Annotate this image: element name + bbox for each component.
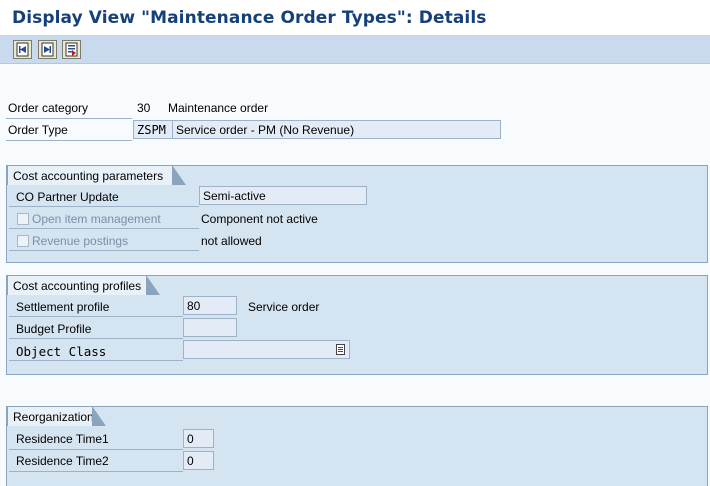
open-item-checkbox[interactable] — [17, 213, 29, 225]
group-title: Reorganization — [7, 406, 106, 426]
other-entry-icon[interactable] — [62, 40, 81, 59]
revenue-postings-label: Revenue postings — [32, 234, 129, 248]
reorganization-group: Reorganization Residence Time1 0 Residen… — [6, 406, 708, 486]
group-title: Cost accounting profiles — [7, 275, 160, 295]
settlement-profile-field[interactable]: 80 — [183, 296, 237, 315]
next-entry-icon[interactable] — [38, 40, 57, 59]
object-class-field[interactable] — [183, 340, 350, 359]
row-divider — [9, 360, 183, 361]
previous-entry-icon[interactable] — [13, 40, 32, 59]
row-divider — [9, 206, 199, 207]
residence-time1-field[interactable]: 0 — [183, 429, 214, 448]
row-divider — [6, 118, 132, 119]
budget-profile-label: Budget Profile — [16, 322, 92, 336]
co-partner-update-field[interactable]: Semi-active — [199, 186, 367, 205]
row-divider — [9, 316, 183, 317]
order-type-description: Service order - PM (No Revenue) — [172, 120, 501, 139]
order-type-label: Order Type — [8, 123, 68, 137]
order-category-value: 30 — [137, 101, 151, 115]
row-divider — [9, 449, 183, 450]
open-item-status: Component not active — [201, 212, 318, 226]
title-bar: Display View "Maintenance Order Types": … — [0, 0, 710, 36]
budget-profile-field[interactable] — [183, 318, 237, 337]
settlement-profile-label: Settlement profile — [16, 300, 110, 314]
order-category-label: Order category — [8, 101, 89, 115]
group-title: Cost accounting parameters — [7, 165, 186, 185]
row-divider — [9, 228, 199, 229]
cost-accounting-parameters-group: Cost accounting parameters CO Partner Up… — [6, 165, 708, 263]
open-item-label: Open item management — [32, 212, 161, 226]
residence-time2-label: Residence Time2 — [16, 454, 109, 468]
object-class-label: Object Class — [16, 344, 107, 359]
application-toolbar — [0, 36, 710, 64]
row-divider — [6, 140, 132, 141]
order-type-field[interactable]: ZSPM — [133, 120, 173, 139]
row-divider — [9, 471, 183, 472]
cost-accounting-profiles-group: Cost accounting profiles Settlement prof… — [6, 275, 708, 375]
order-category-text: Maintenance order — [168, 101, 269, 115]
page-title: Display View "Maintenance Order Types": … — [12, 8, 487, 28]
settlement-profile-text: Service order — [248, 300, 320, 314]
row-divider — [9, 338, 183, 339]
revenue-postings-checkbox[interactable] — [17, 235, 29, 247]
co-partner-update-label: CO Partner Update — [16, 190, 119, 204]
residence-time2-field[interactable]: 0 — [183, 451, 214, 470]
value-help-icon[interactable] — [336, 344, 345, 355]
residence-time1-label: Residence Time1 — [16, 432, 109, 446]
revenue-postings-status: not allowed — [201, 234, 262, 248]
row-divider — [9, 250, 199, 251]
